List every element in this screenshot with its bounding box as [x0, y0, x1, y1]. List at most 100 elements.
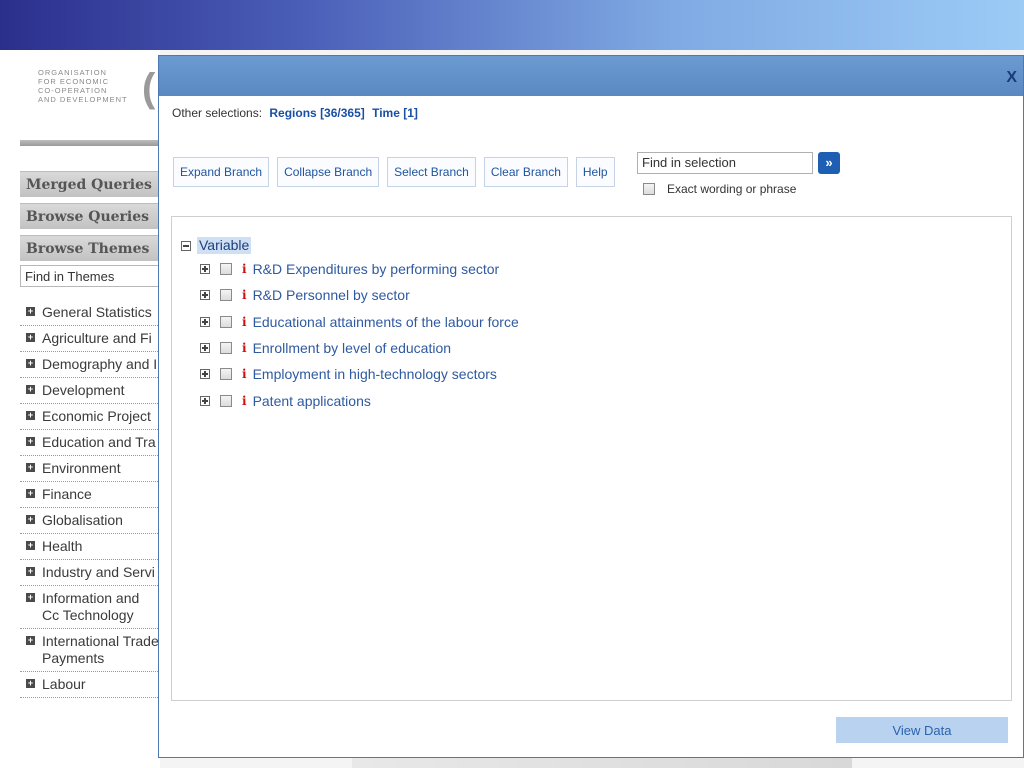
select-branch-button[interactable]: Select Branch: [387, 157, 476, 187]
theme-label: Labour: [42, 676, 86, 692]
oecd-logo: ORGANISATION FOR ECONOMIC CO-OPERATION A…: [38, 68, 155, 118]
find-in-themes-input[interactable]: Find in Themes: [20, 265, 160, 287]
collapse-branch-button[interactable]: Collapse Branch: [277, 157, 380, 187]
tree-root: Variable: [181, 237, 252, 254]
info-icon[interactable]: i: [242, 315, 247, 329]
tree-item: i Educational attainments of the labour …: [200, 314, 519, 330]
logo-line: FOR ECONOMIC: [38, 77, 110, 86]
theme-label: Education and Tra: [42, 434, 156, 450]
info-icon[interactable]: i: [242, 262, 247, 276]
collapse-minus-icon[interactable]: [181, 240, 191, 251]
find-go-button[interactable]: »: [818, 152, 840, 174]
selection-dialog: X Other selections: Regions [36/365] Tim…: [158, 55, 1024, 758]
theme-item[interactable]: + International Trade Payments: [20, 629, 160, 672]
theme-item[interactable]: + Labour: [20, 672, 160, 698]
expand-plus-icon: +: [26, 566, 35, 576]
tree-item-checkbox[interactable]: [220, 263, 232, 275]
tree-item-checkbox[interactable]: [220, 342, 232, 354]
theme-item[interactable]: + Finance: [20, 482, 160, 508]
expand-branch-button[interactable]: Expand Branch: [173, 157, 270, 187]
exact-wording-label: Exact wording or phrase: [667, 182, 797, 196]
theme-label: Globalisation: [42, 512, 123, 528]
tree-item: i R&D Expenditures by performing sector: [200, 261, 499, 277]
theme-label: Information and Cc Technology: [42, 590, 140, 623]
info-icon[interactable]: i: [242, 367, 247, 381]
expand-plus-icon[interactable]: [200, 290, 210, 300]
theme-item[interactable]: + Development: [20, 378, 160, 404]
exact-wording-checkbox[interactable]: [643, 183, 655, 195]
theme-label: Environment: [42, 460, 121, 476]
tree-item: i R&D Personnel by sector: [200, 287, 410, 303]
theme-label: Demography and I: [42, 356, 158, 372]
tree-item: i Employment in high-technology sectors: [200, 366, 497, 382]
tree-item-checkbox[interactable]: [220, 289, 232, 301]
time-link[interactable]: Time [1]: [372, 106, 418, 120]
info-icon[interactable]: i: [242, 341, 247, 355]
tree-item: i Enrollment by level of education: [200, 340, 451, 356]
expand-plus-icon[interactable]: [200, 369, 210, 379]
tree-item-label[interactable]: R&D Personnel by sector: [253, 287, 410, 303]
theme-item[interactable]: + Health: [20, 534, 160, 560]
tree-item-label[interactable]: Employment in high-technology sectors: [253, 366, 497, 382]
expand-plus-icon[interactable]: [200, 264, 210, 274]
background-footer: [352, 758, 852, 768]
find-in-selection-input[interactable]: Find in selection: [637, 152, 813, 174]
tree-item: i Patent applications: [200, 393, 371, 409]
help-button[interactable]: Help: [575, 157, 615, 187]
tree-item-checkbox[interactable]: [220, 368, 232, 380]
logo-divider: [20, 140, 160, 146]
expand-plus-icon: +: [26, 514, 35, 524]
merged-queries-heading[interactable]: Merged Queries: [20, 171, 160, 197]
tree-item-checkbox[interactable]: [220, 395, 232, 407]
theme-item[interactable]: + Education and Tra: [20, 430, 160, 456]
theme-label: Economic Project: [42, 408, 151, 424]
view-data-button[interactable]: View Data: [836, 717, 1008, 743]
theme-item[interactable]: + Industry and Servi: [20, 560, 160, 586]
exact-wording-option: Exact wording or phrase: [643, 182, 796, 196]
expand-plus-icon: +: [26, 410, 35, 420]
theme-label: Health: [42, 538, 83, 554]
theme-item[interactable]: + Environment: [20, 456, 160, 482]
theme-item[interactable]: + Globalisation: [20, 508, 160, 534]
expand-plus-icon: +: [26, 488, 35, 498]
expand-plus-icon[interactable]: [200, 396, 210, 406]
other-selections-label: Other selections:: [172, 106, 263, 120]
expand-plus-icon: +: [26, 332, 35, 342]
tree-item-checkbox[interactable]: [220, 316, 232, 328]
expand-plus-icon: +: [26, 678, 35, 688]
browse-themes-heading[interactable]: Browse Themes: [20, 235, 160, 261]
expand-plus-icon: +: [26, 384, 35, 394]
info-icon[interactable]: i: [242, 288, 247, 302]
expand-plus-icon: +: [26, 592, 35, 602]
theme-item[interactable]: + General Statistics: [20, 300, 160, 326]
expand-plus-icon: +: [26, 540, 35, 550]
expand-plus-icon[interactable]: [200, 343, 210, 353]
info-icon[interactable]: i: [242, 394, 247, 408]
expand-plus-icon: +: [26, 436, 35, 446]
regions-link[interactable]: Regions [36/365]: [269, 106, 364, 120]
tree-item-label[interactable]: R&D Expenditures by performing sector: [253, 261, 500, 277]
logo-line: ORGANISATION: [38, 68, 107, 77]
browse-queries-heading[interactable]: Browse Queries: [20, 203, 160, 229]
other-selections: Other selections: Regions [36/365] Time …: [172, 106, 418, 120]
theme-label: General Statistics: [42, 304, 152, 320]
logo-line: AND DEVELOPMENT: [38, 95, 128, 104]
expand-plus-icon: +: [26, 306, 35, 316]
theme-label: Industry and Servi: [42, 564, 155, 580]
expand-plus-icon[interactable]: [200, 317, 210, 327]
logo-line: CO-OPERATION: [38, 86, 108, 95]
tree-item-label[interactable]: Educational attainments of the labour fo…: [253, 314, 519, 330]
branch-toolbar: Expand Branch Collapse Branch Select Bra…: [173, 157, 615, 187]
tree-item-label[interactable]: Enrollment by level of education: [253, 340, 451, 356]
tree-root-label[interactable]: Variable: [197, 237, 252, 254]
dialog-titlebar: X: [159, 56, 1023, 96]
theme-item[interactable]: + Information and Cc Technology: [20, 586, 160, 629]
theme-item[interactable]: + Agriculture and Fi: [20, 326, 160, 352]
tree-item-label[interactable]: Patent applications: [253, 393, 371, 409]
close-button[interactable]: X: [1006, 69, 1017, 87]
theme-label: Agriculture and Fi: [42, 330, 152, 346]
theme-item[interactable]: + Economic Project: [20, 404, 160, 430]
theme-label: Development: [42, 382, 125, 398]
theme-item[interactable]: + Demography and I: [20, 352, 160, 378]
clear-branch-button[interactable]: Clear Branch: [483, 157, 568, 187]
